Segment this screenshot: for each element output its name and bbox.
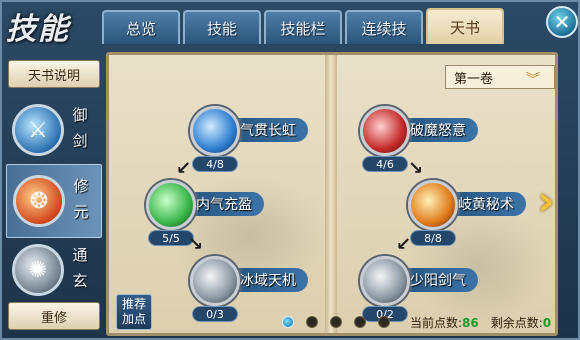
skill-name: 内气充盈 — [196, 197, 252, 213]
tab-combo[interactable]: 连续技 — [345, 10, 423, 44]
page-indicator — [282, 316, 390, 328]
arrow-down-right-icon: ↘ — [408, 158, 424, 179]
tab-skill-bar[interactable]: 技能栏 — [264, 10, 342, 44]
skill-name: 少阳剑气 — [410, 273, 466, 289]
skill-name: 气贯长虹 — [240, 123, 296, 139]
page-dot[interactable] — [378, 316, 390, 328]
fire-burst-icon — [408, 180, 458, 230]
skill-name: 岐黄秘术 — [458, 197, 514, 213]
current-points-label: 当前点数: — [410, 316, 463, 330]
chevron-right-icon: › — [537, 175, 555, 225]
mystic-sigil-icon: ✺ — [12, 244, 64, 296]
skill-level-count: 8/8 — [410, 230, 456, 246]
arrow-down-left-icon: ↙ — [396, 234, 412, 255]
page-dot[interactable] — [330, 316, 342, 328]
page-dot[interactable] — [354, 316, 366, 328]
skill-level-count: 4/8 — [192, 156, 238, 172]
page-dot[interactable] — [306, 316, 318, 328]
gray-blade-icon — [360, 256, 410, 306]
skill-name: 冰域天机 — [240, 273, 296, 289]
blue-slash-icon — [190, 106, 240, 156]
skill-level-count: 4/6 — [362, 156, 408, 172]
recommend-points-button[interactable]: 推荐 加点 — [116, 294, 152, 330]
ice-claw-icon — [190, 256, 240, 306]
red-strike-icon — [360, 106, 410, 156]
book-explanation-button[interactable]: 天书说明 — [8, 60, 100, 88]
category-tongxuan[interactable]: ✺ 通 玄 — [6, 234, 102, 308]
category-label: 御 剑 — [72, 106, 88, 150]
next-page-button[interactable]: › — [530, 175, 562, 225]
category-xiuyuan[interactable]: ❂ 修 元 — [6, 164, 102, 238]
current-points-value: 86 — [462, 316, 479, 330]
skill-level-count: 0/3 — [192, 306, 238, 322]
category-yujian[interactable]: ⚔ 御 剑 — [6, 94, 102, 168]
green-figure-icon — [146, 180, 196, 230]
category-label: 通 玄 — [72, 246, 88, 290]
skill-window: 技能 总览 技能 技能栏 连续技 天书 ✕ 天书说明 ⚔ 御 剑 ❂ 修 元 ✺ — [0, 0, 580, 340]
category-label: 修 元 — [73, 177, 89, 221]
volume-select[interactable]: 第一卷 ︾ — [445, 65, 555, 89]
points-summary: 当前点数:86 剩余点数:0 — [410, 314, 551, 331]
page-dot[interactable] — [282, 316, 294, 328]
remaining-points-label: 剩余点数: — [490, 316, 543, 330]
tab-overview[interactable]: 总览 — [102, 10, 180, 44]
fire-sigil-icon: ❂ — [13, 175, 65, 227]
tab-skills[interactable]: 技能 — [183, 10, 261, 44]
tab-heavenly-book[interactable]: 天书 — [426, 8, 504, 44]
reset-button[interactable]: 重修 — [8, 302, 100, 330]
tab-bar: 总览 技能 技能栏 连续技 天书 — [102, 8, 504, 44]
category-panel: 天书说明 ⚔ 御 剑 ❂ 修 元 ✺ 通 玄 重修 — [6, 56, 102, 338]
skill-name: 破魔怒意 — [410, 123, 466, 139]
sword-sigil-icon: ⚔ — [12, 104, 64, 156]
window-title: 技能 — [6, 12, 70, 47]
volume-label: 第一卷 — [454, 71, 494, 87]
close-icon: ✕ — [553, 10, 571, 34]
close-button[interactable]: ✕ — [546, 6, 578, 38]
remaining-points-value: 0 — [542, 316, 552, 330]
arrow-down-left-icon: ↙ — [176, 158, 192, 179]
arrow-down-right-icon: ↘ — [188, 234, 204, 255]
book-spine — [325, 55, 337, 333]
chevron-down-icon: ︾ — [526, 72, 540, 88]
